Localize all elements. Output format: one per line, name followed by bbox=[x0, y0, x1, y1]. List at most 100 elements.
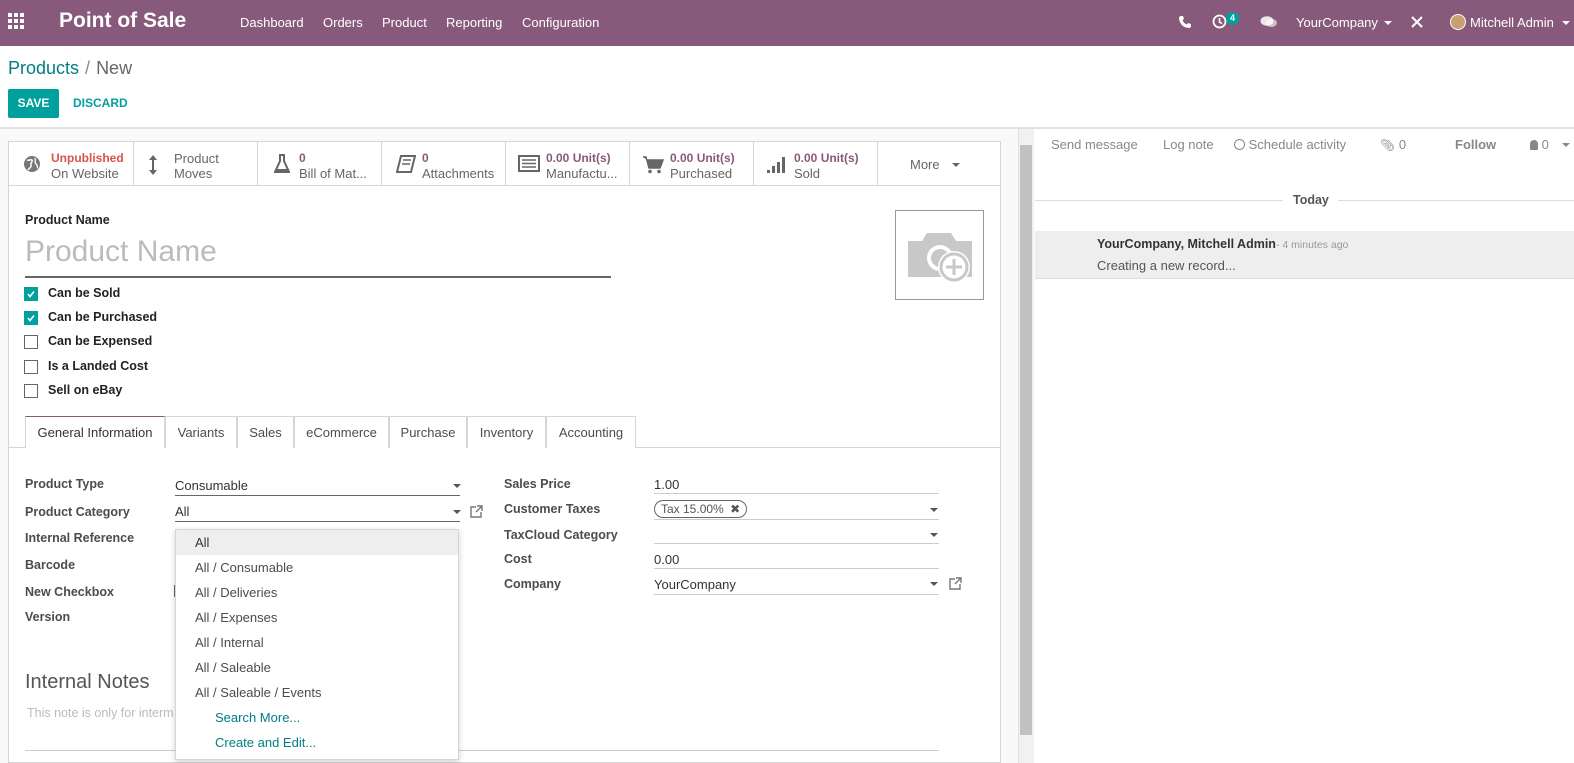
chat-icon[interactable] bbox=[1260, 15, 1278, 29]
more-caret-icon bbox=[952, 163, 960, 167]
dropdown-option[interactable]: All / Deliveries bbox=[176, 580, 458, 605]
attachments-counter[interactable]: 📎︎ 0 bbox=[1380, 137, 1406, 152]
camera-add-icon bbox=[908, 233, 972, 283]
tab-inventory[interactable]: Inventory bbox=[467, 416, 546, 448]
message-author[interactable]: YourCompany, Mitchell Admin bbox=[1097, 237, 1276, 251]
dropdown-option[interactable]: All / Internal bbox=[176, 630, 458, 655]
menu-orders[interactable]: Orders bbox=[323, 15, 363, 30]
dropdown-option[interactable]: All / Consumable bbox=[176, 555, 458, 580]
checkbox-checked-icon[interactable] bbox=[24, 287, 38, 301]
apps-menu-icon[interactable] bbox=[8, 13, 28, 31]
date-separator-line bbox=[1338, 200, 1574, 201]
tab-accounting[interactable]: Accounting bbox=[546, 416, 636, 448]
sales-price-input[interactable]: 1.00 bbox=[654, 477, 679, 492]
website-smart-button[interactable]: Unpublished On Website bbox=[9, 142, 134, 186]
category-dropdown: All All / Consumable All / Deliveries Al… bbox=[175, 529, 459, 760]
breadcrumb-separator: / bbox=[85, 58, 91, 78]
manufactured-label: Manufactu... bbox=[546, 166, 618, 181]
internal-notes-title: Internal Notes bbox=[25, 671, 150, 693]
dropdown-option[interactable]: All bbox=[176, 530, 458, 555]
user-icon bbox=[1530, 140, 1538, 150]
menu-configuration[interactable]: Configuration bbox=[522, 15, 599, 30]
checkbox-checked-icon[interactable] bbox=[24, 311, 38, 325]
avatar[interactable] bbox=[1450, 14, 1466, 30]
vertical-arrows-icon bbox=[148, 154, 158, 179]
tab-sales[interactable]: Sales bbox=[237, 416, 294, 448]
menu-reporting[interactable]: Reporting bbox=[446, 15, 502, 30]
checkbox-box[interactable] bbox=[24, 335, 38, 349]
dropdown-option[interactable]: All / Expenses bbox=[176, 605, 458, 630]
product-name-input[interactable]: Product Name bbox=[25, 235, 611, 278]
menu-dashboard[interactable]: Dashboard bbox=[240, 15, 304, 30]
search-more-link[interactable]: Search More... bbox=[176, 705, 458, 730]
user-caret-icon bbox=[1562, 21, 1570, 25]
company-caret-icon bbox=[930, 582, 938, 586]
checkbox-label: Is a Landed Cost bbox=[48, 359, 149, 373]
product-moves-button[interactable]: Product Moves bbox=[134, 142, 258, 186]
notes-divider bbox=[25, 750, 939, 751]
purchased-button[interactable]: 0.00 Unit(s) Purchased bbox=[630, 142, 754, 186]
bom-count: 0 bbox=[299, 151, 306, 165]
attachments-button[interactable]: 0 Attachments bbox=[382, 142, 506, 186]
menu-product[interactable]: Product bbox=[382, 15, 427, 30]
product-name-label: Product Name bbox=[25, 213, 110, 227]
save-button[interactable]: SAVE bbox=[8, 89, 59, 118]
company-select[interactable]: YourCompany bbox=[654, 577, 736, 592]
company-switcher[interactable]: YourCompany bbox=[1296, 15, 1378, 30]
breadcrumb: Products / New bbox=[8, 58, 132, 79]
activity-icon[interactable] bbox=[1212, 14, 1227, 29]
purchased-value: 0.00 Unit(s) bbox=[670, 151, 735, 165]
checkbox-box[interactable] bbox=[24, 384, 38, 398]
followers-button[interactable]: 0 bbox=[1530, 137, 1549, 152]
log-note-button[interactable]: Log note bbox=[1163, 137, 1214, 152]
phone-icon[interactable] bbox=[1178, 15, 1192, 29]
external-link-icon[interactable] bbox=[949, 577, 962, 593]
internal-notes-input[interactable]: This note is only for interm bbox=[27, 706, 174, 720]
checkbox-label: Can be Expensed bbox=[48, 334, 153, 348]
create-and-edit-link[interactable]: Create and Edit... bbox=[176, 730, 458, 755]
product-moves-line1: Product bbox=[174, 151, 219, 166]
product-type-select[interactable]: Consumable bbox=[175, 478, 248, 493]
more-button[interactable]: More bbox=[878, 142, 1000, 186]
checkbox-box[interactable] bbox=[24, 360, 38, 374]
follow-button[interactable]: Follow bbox=[1455, 137, 1496, 152]
clock-icon bbox=[1234, 139, 1245, 150]
customer-taxes-caret-icon bbox=[930, 508, 938, 512]
cost-input[interactable]: 0.00 bbox=[654, 552, 679, 567]
discard-button[interactable]: DISCARD bbox=[73, 96, 128, 110]
tab-variants[interactable]: Variants bbox=[165, 416, 237, 448]
manufactured-button[interactable]: 0.00 Unit(s) Manufactu... bbox=[506, 142, 630, 186]
tab-purchase[interactable]: Purchase bbox=[389, 416, 467, 448]
company-caret-icon bbox=[1384, 21, 1392, 25]
followers-count: 0 bbox=[1541, 137, 1549, 152]
product-image-upload[interactable] bbox=[895, 210, 984, 300]
remove-tag-icon[interactable]: ✖ bbox=[730, 502, 740, 516]
user-menu[interactable]: Mitchell Admin bbox=[1470, 15, 1554, 30]
external-link-icon[interactable] bbox=[470, 505, 483, 521]
schedule-activity-button[interactable]: Schedule activity bbox=[1234, 137, 1346, 152]
bom-button[interactable]: 0 Bill of Mat... bbox=[258, 142, 382, 186]
label-customer-taxes: Customer Taxes bbox=[504, 502, 601, 516]
sold-value: 0.00 Unit(s) bbox=[794, 151, 859, 165]
message-time: - 4 minutes ago bbox=[1276, 239, 1349, 251]
company-underline bbox=[654, 594, 939, 595]
breadcrumb-products[interactable]: Products bbox=[8, 58, 79, 78]
breadcrumb-current: New bbox=[96, 58, 133, 78]
sold-label: Sold bbox=[794, 166, 821, 181]
dropdown-option[interactable]: All / Saleable bbox=[176, 655, 458, 680]
tab-ecommerce[interactable]: eCommerce bbox=[294, 416, 389, 448]
dropdown-option[interactable]: All / Saleable / Events bbox=[176, 680, 458, 705]
attachments-count: 0 bbox=[1398, 137, 1407, 152]
product-type-caret-icon bbox=[453, 484, 461, 488]
tax-tag[interactable]: Tax 15.00% ✖ bbox=[654, 500, 748, 518]
attachments-count: 0 bbox=[422, 151, 429, 165]
app-name: Point of Sale bbox=[59, 9, 187, 32]
tab-general-information[interactable]: General Information bbox=[25, 416, 165, 448]
form-scrollbar-thumb[interactable] bbox=[1020, 145, 1032, 735]
cost-underline bbox=[654, 568, 939, 569]
send-message-button[interactable]: Send message bbox=[1051, 137, 1138, 152]
product-category-input[interactable]: All bbox=[175, 504, 189, 519]
taxcloud-category-caret-icon[interactable] bbox=[930, 533, 938, 537]
debug-tools-icon[interactable] bbox=[1410, 15, 1424, 29]
sold-button[interactable]: 0.00 Unit(s) Sold bbox=[754, 142, 878, 186]
